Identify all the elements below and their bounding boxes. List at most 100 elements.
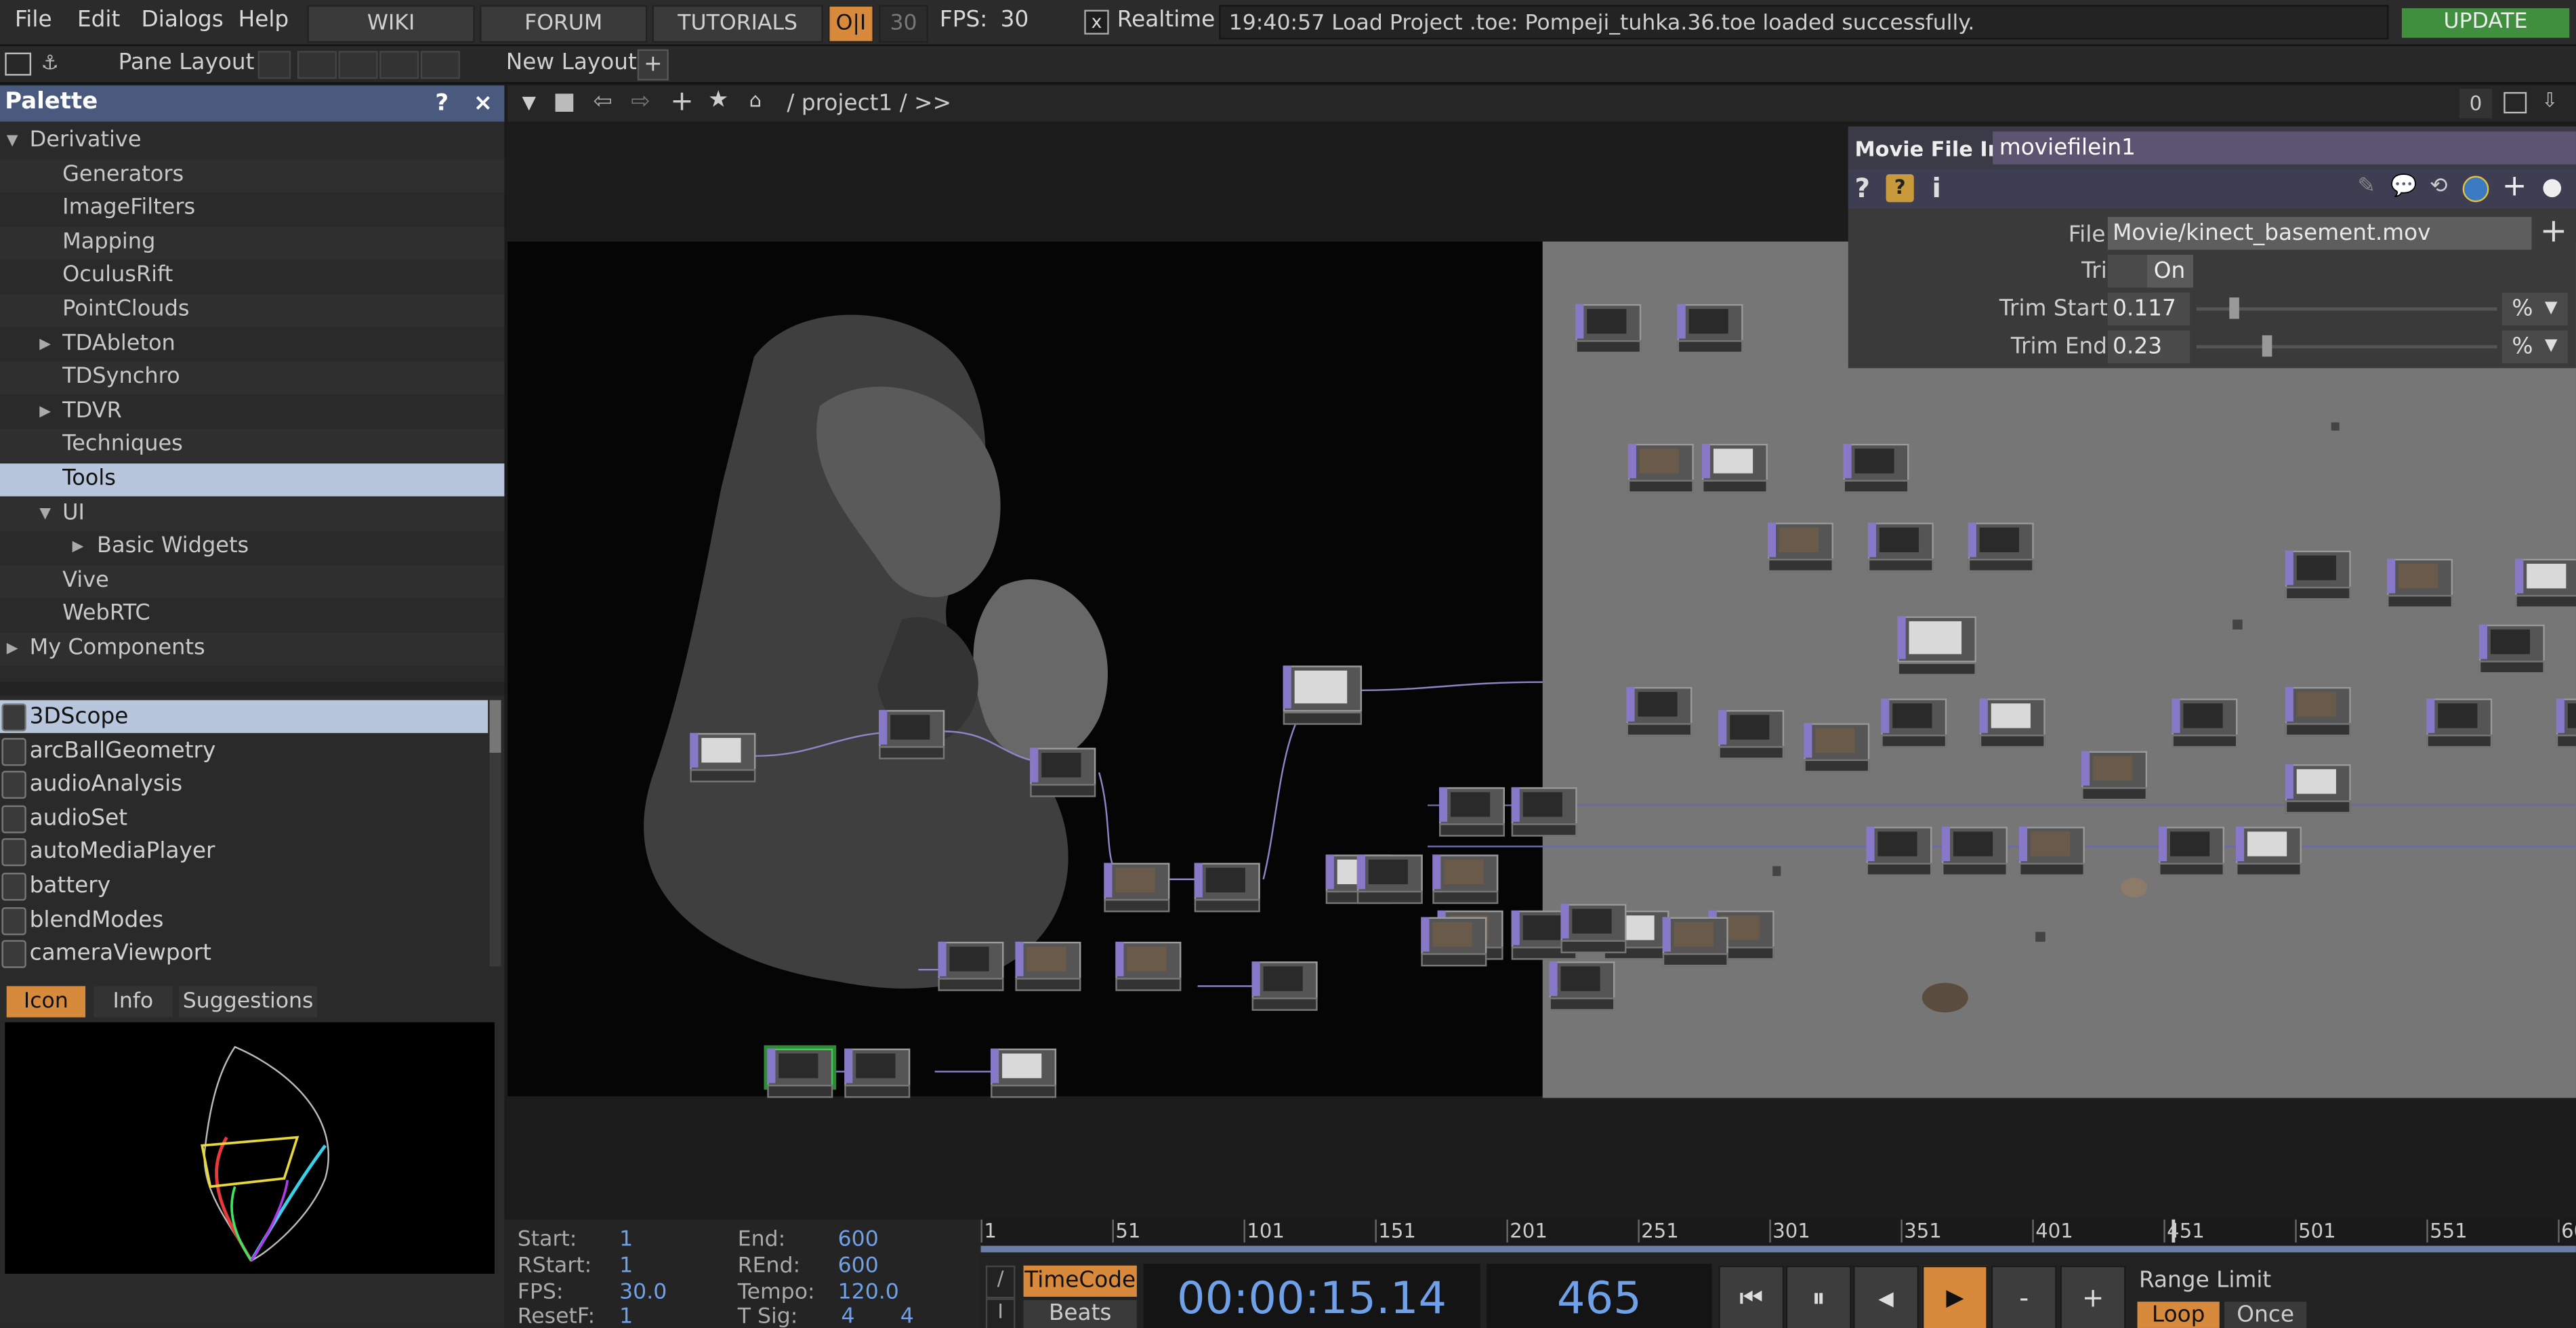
operator-node[interactable] xyxy=(2159,827,2225,876)
trim-end-slider[interactable] xyxy=(2196,335,2497,357)
operator-node[interactable] xyxy=(2285,764,2351,814)
help-icon[interactable]: ? xyxy=(1854,173,1870,204)
comment-icon[interactable]: 💬 xyxy=(2390,174,2417,199)
operator-node[interactable] xyxy=(1626,686,1692,736)
palette-tree-item[interactable]: WebRTC xyxy=(0,599,504,632)
menu-file[interactable]: File xyxy=(15,7,52,33)
add-layout-button[interactable]: + xyxy=(637,49,669,81)
operator-node[interactable] xyxy=(1251,961,1318,1011)
palette-tree-item[interactable]: Generators xyxy=(0,159,505,192)
python-help-icon[interactable]: ? xyxy=(1886,174,1914,203)
beats-mode-icon[interactable]: I xyxy=(985,1298,1016,1328)
component-list-item[interactable]: audioSet xyxy=(0,802,488,835)
trim-end-field[interactable]: 0.23 xyxy=(2107,330,2190,364)
operator-node[interactable] xyxy=(1867,522,1934,573)
operator-node[interactable] xyxy=(938,941,1004,991)
palette-tree-item[interactable]: ▶ TDAbleton xyxy=(0,328,504,361)
palette-tree-item[interactable]: PointClouds xyxy=(0,294,505,327)
trim-start-unit-dropdown[interactable]: % ▼ xyxy=(2501,292,2568,326)
palette-tree-item[interactable]: ▶ Basic Widgets xyxy=(0,531,504,564)
expand-right-icon[interactable]: ▶ xyxy=(72,531,84,564)
file-field[interactable]: Movie/kinect_basement.mov xyxy=(2107,217,2532,250)
palette-tree-item[interactable]: ▼ Derivative xyxy=(0,125,504,158)
component-list-item[interactable]: 3DScope xyxy=(0,700,489,733)
info-icon[interactable]: i xyxy=(1932,173,1940,204)
trim-start-field[interactable]: 0.117 xyxy=(2107,292,2190,326)
tempo-value[interactable]: 120.0 xyxy=(838,1281,899,1305)
operator-node[interactable] xyxy=(1432,854,1499,905)
step-back-icon[interactable]: ◀ xyxy=(1853,1265,1919,1328)
operator-node[interactable] xyxy=(1356,854,1423,905)
scrollbar-thumb[interactable] xyxy=(489,700,501,753)
component-list-item[interactable]: autoMediaPlayer xyxy=(0,835,488,869)
operator-node[interactable] xyxy=(1549,961,1615,1011)
component-list-item[interactable]: cameraViewport xyxy=(0,937,488,970)
network-menu-icon[interactable]: ▼ xyxy=(514,90,544,117)
back-icon[interactable]: ⇦ xyxy=(593,89,619,119)
operator-node[interactable] xyxy=(1701,443,1768,493)
network-path[interactable]: / project1 / >> xyxy=(787,90,951,117)
trim-start-slider[interactable] xyxy=(2196,297,2497,319)
pane-split-icon[interactable] xyxy=(5,52,32,76)
operator-node[interactable] xyxy=(1511,787,1577,837)
palette-help-button[interactable]: ? xyxy=(422,87,461,121)
trim-end-unit-dropdown[interactable]: % ▼ xyxy=(2501,330,2568,364)
palette-tree-item[interactable]: ▶ My Components xyxy=(0,632,505,666)
stop-icon[interactable] xyxy=(555,94,574,112)
operator-node[interactable] xyxy=(2556,698,2576,748)
rend-value[interactable]: 600 xyxy=(838,1254,879,1279)
operator-node[interactable] xyxy=(1575,304,1642,354)
frame-display[interactable]: 465 xyxy=(1487,1264,1712,1328)
fps-limit-field[interactable]: 30 xyxy=(879,5,928,43)
operator-node[interactable] xyxy=(844,1048,911,1098)
download-icon[interactable]: ⇩ xyxy=(2541,89,2564,115)
operator-node[interactable] xyxy=(2387,558,2453,608)
tab-info[interactable]: Info xyxy=(94,986,173,1018)
expand-down-icon[interactable]: ▼ xyxy=(39,497,51,531)
palette-tree-item[interactable]: OculusRift xyxy=(0,260,504,293)
component-list-item[interactable]: battery xyxy=(0,869,488,902)
palette-tree-item[interactable]: Vive xyxy=(0,564,505,598)
operator-node[interactable] xyxy=(1804,723,1870,773)
operator-node[interactable] xyxy=(2515,558,2576,608)
home-icon[interactable]: ⌂ xyxy=(749,89,776,115)
menu-help[interactable]: Help xyxy=(238,7,289,33)
tsig-a[interactable]: 4 xyxy=(841,1305,854,1328)
step-plus-button[interactable]: + xyxy=(2060,1265,2126,1328)
operator-node[interactable] xyxy=(1115,941,1182,991)
layout-quad-icon[interactable] xyxy=(420,51,460,79)
rstart-value[interactable]: 1 xyxy=(619,1254,633,1279)
wiki-button[interactable]: WIKI xyxy=(307,5,475,43)
layout-split-h-icon[interactable] xyxy=(297,51,337,79)
edit-icon[interactable]: ✎ xyxy=(2357,174,2375,199)
palette-close-button[interactable]: × xyxy=(465,87,501,121)
layout-single-icon[interactable] xyxy=(257,51,291,79)
file-browse-icon[interactable]: + xyxy=(2540,210,2568,249)
timeline-ruler[interactable]: 151101151201251301351401451501551600 xyxy=(980,1219,2576,1253)
palette-tree-item[interactable]: Techniques xyxy=(0,430,505,463)
operator-node[interactable] xyxy=(1979,698,2045,748)
forward-icon[interactable]: ⇨ xyxy=(631,89,657,119)
tab-suggestions[interactable]: Suggestions xyxy=(179,986,317,1018)
operator-node[interactable] xyxy=(879,709,945,760)
resetf-value[interactable]: 1 xyxy=(619,1305,633,1328)
operator-name-field[interactable]: moviefilein1 xyxy=(1993,131,2576,165)
expand-down-icon[interactable]: ▼ xyxy=(7,125,18,158)
update-button[interactable]: UPDATE xyxy=(2401,8,2570,38)
realtime-checkbox[interactable]: x xyxy=(1084,9,1109,35)
perform-mode-toggle[interactable]: O|I xyxy=(828,5,874,43)
expand-right-icon[interactable]: ▶ xyxy=(39,328,51,361)
operator-node[interactable] xyxy=(1662,917,1728,967)
palette-tree-item[interactable]: ▶ TDVR xyxy=(0,396,504,429)
operator-node[interactable] xyxy=(1439,787,1505,837)
operator-node[interactable] xyxy=(767,1048,833,1098)
palette-tree-item[interactable]: TDSynchro xyxy=(0,362,505,395)
palette-tree-item[interactable]: Mapping xyxy=(0,226,505,260)
add-operator-icon[interactable]: + xyxy=(670,85,697,119)
step-minus-button[interactable]: - xyxy=(1991,1265,2057,1328)
loop-button[interactable]: Loop xyxy=(2137,1302,2220,1328)
timeline-range-bar[interactable] xyxy=(980,1245,2576,1253)
operator-node[interactable] xyxy=(1015,941,1081,991)
operator-node[interactable] xyxy=(1843,443,1909,493)
play-icon[interactable]: ▶ xyxy=(1921,1265,1988,1328)
